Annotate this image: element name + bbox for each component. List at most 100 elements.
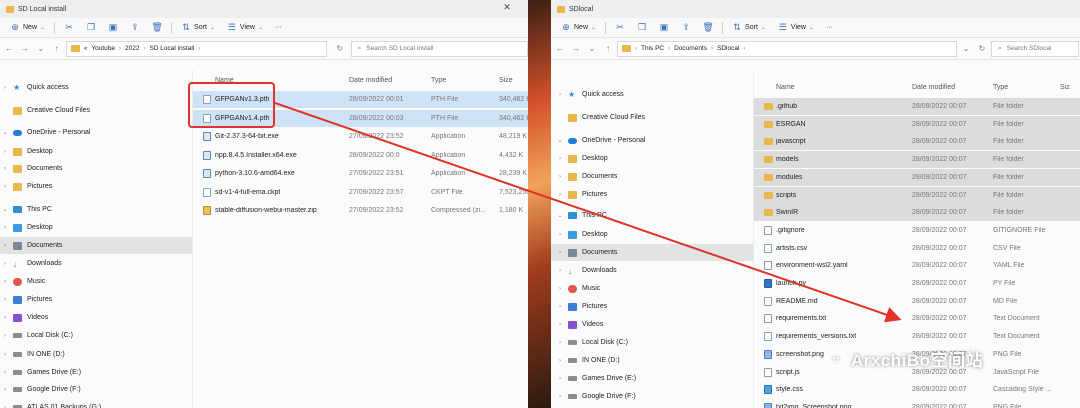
breadcrumb-item[interactable]: SD Local install bbox=[149, 45, 194, 52]
nav-item[interactable]: › Pictures bbox=[0, 291, 192, 308]
nav-item[interactable]: › ↓ Downloads bbox=[0, 255, 192, 272]
file-row[interactable]: style.css 28/09/2022 00:07 Cascading Style… bbox=[754, 381, 1080, 398]
delete-button[interactable]: 🗑 bbox=[146, 20, 168, 36]
address-bar[interactable]: › This PC › Documents › SDlocal › bbox=[617, 40, 957, 57]
nav-item[interactable]: › Google Drive (F:) bbox=[551, 388, 753, 405]
search-input[interactable]: ⌕ Search SD Local install bbox=[350, 40, 528, 57]
file-row[interactable]: .gitignore 28/09/2022 00:07 GITIGNORE File bbox=[754, 222, 1080, 239]
column-header[interactable]: Date modified bbox=[349, 77, 392, 84]
chevron-down-icon[interactable]: ⌄ bbox=[2, 129, 8, 136]
column-header[interactable]: Type bbox=[431, 77, 446, 84]
chevron-right-icon[interactable]: › bbox=[557, 268, 563, 274]
file-row[interactable]: models 28/09/2022 00:07 File folder bbox=[754, 151, 1080, 169]
file-row[interactable]: javascript 28/09/2022 00:07 File folder bbox=[754, 133, 1080, 151]
nav-item[interactable]: › Games Drive (E:) bbox=[551, 370, 753, 387]
file-row[interactable]: Git-2.37.3-64-bit.exe 27/09/2022 23:52 App… bbox=[193, 128, 528, 145]
sort-button[interactable]: ⇅ Sort ⌄ bbox=[175, 20, 221, 36]
chevron-down-icon[interactable]: ⌄ bbox=[557, 212, 563, 219]
breadcrumb-item[interactable]: SDlocal bbox=[717, 45, 739, 52]
chevron-right-icon[interactable]: › bbox=[2, 315, 8, 321]
chevron-right-icon[interactable]: › bbox=[2, 352, 8, 358]
nav-item[interactable]: › Desktop bbox=[0, 219, 192, 236]
view-button[interactable]: ☰ View ⌄ bbox=[772, 20, 820, 36]
nav-item[interactable]: › Pictures bbox=[551, 298, 753, 315]
file-row[interactable]: environment-wsl2.yaml 28/09/2022 00:07 YAM… bbox=[754, 257, 1080, 274]
share-button[interactable]: ⇪ bbox=[675, 20, 697, 36]
view-button[interactable]: ☰ View ⌄ bbox=[221, 20, 269, 36]
file-row[interactable]: python-3.10.6-amd64.exe 27/09/2022 23:51 A… bbox=[193, 165, 528, 182]
back-icon[interactable]: ← bbox=[553, 42, 567, 56]
chevron-down-icon[interactable]: ⌄ bbox=[34, 42, 48, 56]
nav-item[interactable]: › Music bbox=[551, 280, 753, 297]
file-row[interactable]: artists.csv 28/09/2022 00:07 CSV File bbox=[754, 240, 1080, 257]
chevron-right-icon[interactable]: › bbox=[557, 156, 563, 162]
nav-item[interactable]: › Desktop bbox=[551, 150, 753, 167]
chevron-right-icon[interactable]: › bbox=[557, 192, 563, 198]
delete-button[interactable]: 🗑 bbox=[697, 20, 719, 36]
chevron-right-icon[interactable]: › bbox=[2, 184, 8, 190]
file-row[interactable]: sd-v1-4-full-ema.ckpt 27/09/2022 23:57 CKP… bbox=[193, 184, 528, 201]
nav-item[interactable]: › Pictures bbox=[0, 178, 192, 195]
search-input[interactable]: ⌕ Search SDlocal bbox=[991, 40, 1079, 57]
chevron-right-icon[interactable]: › bbox=[2, 333, 8, 339]
up-icon[interactable]: ↑ bbox=[50, 42, 64, 56]
breadcrumb-item[interactable]: Documents bbox=[674, 45, 707, 52]
breadcrumb-overflow[interactable]: « bbox=[84, 45, 88, 52]
file-row[interactable]: modules 28/09/2022 00:07 File folder bbox=[754, 168, 1080, 186]
file-row[interactable]: .github 28/09/2022 00:07 File folder bbox=[754, 98, 1080, 115]
chevron-down-icon[interactable]: ⌄ bbox=[585, 42, 599, 56]
chevron-down-icon[interactable]: ⌄ bbox=[959, 42, 973, 56]
more-button[interactable]: ··· bbox=[820, 20, 839, 36]
new-button[interactable]: ⊕ New ⌄ bbox=[555, 20, 602, 36]
chevron-right-icon[interactable]: › bbox=[557, 340, 563, 346]
file-row[interactable]: launch.py 28/09/2022 00:07 PY File bbox=[754, 275, 1080, 292]
chevron-right-icon[interactable]: › bbox=[557, 376, 563, 382]
chevron-right-icon[interactable]: › bbox=[2, 405, 8, 408]
chevron-right-icon[interactable]: › bbox=[2, 149, 8, 155]
chevron-right-icon[interactable]: › bbox=[2, 370, 8, 376]
chevron-right-icon[interactable]: › bbox=[2, 261, 8, 267]
nav-item[interactable]: › Desktop bbox=[551, 226, 753, 243]
nav-item[interactable]: › Documents bbox=[551, 168, 753, 185]
file-row[interactable]: npp.8.4.5.Installer.x64.exe 28/09/2022 00… bbox=[193, 147, 528, 164]
nav-item[interactable]: › ★ Quick access bbox=[0, 79, 192, 96]
column-header[interactable]: Siz bbox=[1060, 84, 1070, 91]
paste-button[interactable]: ▣ bbox=[102, 20, 124, 36]
nav-item[interactable]: › Local Disk (C:) bbox=[0, 327, 192, 344]
forward-icon[interactable]: → bbox=[18, 42, 32, 56]
column-header[interactable]: Type bbox=[993, 84, 1008, 91]
chevron-right-icon[interactable]: › bbox=[2, 279, 8, 285]
nav-item[interactable]: › ATLAS 01 Backups (G:) bbox=[0, 399, 192, 408]
refresh-icon[interactable]: ↻ bbox=[975, 42, 989, 56]
breadcrumb-item[interactable]: 2022 bbox=[125, 45, 139, 52]
file-row[interactable]: stable-diffusion-webui-master.zip 27/09/2… bbox=[193, 202, 528, 219]
paste-button[interactable]: ▣ bbox=[653, 20, 675, 36]
chevron-right-icon[interactable]: › bbox=[557, 322, 563, 328]
nav-item[interactable]: › Documents bbox=[0, 237, 192, 254]
file-row[interactable]: requirements.txt 28/09/2022 00:07 Text Doc… bbox=[754, 310, 1080, 327]
forward-icon[interactable]: → bbox=[569, 42, 583, 56]
nav-item[interactable]: › ↓ Downloads bbox=[551, 262, 753, 279]
file-row[interactable]: requirements_versions.txt 28/09/2022 00:0… bbox=[754, 328, 1080, 345]
chevron-right-icon[interactable]: › bbox=[2, 85, 8, 91]
nav-item[interactable]: › IN ONE (D:) bbox=[0, 346, 192, 363]
chevron-right-icon[interactable]: › bbox=[557, 394, 563, 400]
chevron-right-icon[interactable]: › bbox=[557, 250, 563, 256]
more-button[interactable]: ··· bbox=[269, 20, 288, 36]
nav-item[interactable]: › Local Disk (C:) bbox=[551, 334, 753, 351]
file-row[interactable]: ESRGAN 28/09/2022 00:07 File folder bbox=[754, 115, 1080, 133]
column-header[interactable]: Size bbox=[499, 77, 513, 84]
chevron-down-icon[interactable]: ⌄ bbox=[557, 137, 563, 144]
nav-item[interactable]: › Documents bbox=[551, 244, 753, 261]
nav-item[interactable]: › Videos bbox=[0, 309, 192, 326]
breadcrumb-item[interactable]: Youtube bbox=[91, 45, 115, 52]
chevron-right-icon[interactable]: › bbox=[557, 232, 563, 238]
file-row[interactable]: SwinIR 28/09/2022 00:07 File folder bbox=[754, 204, 1080, 222]
chevron-right-icon[interactable]: › bbox=[2, 387, 8, 393]
nav-item[interactable]: › Videos bbox=[551, 316, 753, 333]
nav-item[interactable]: › Google Drive (F:) bbox=[0, 381, 192, 398]
up-icon[interactable]: ↑ bbox=[601, 42, 615, 56]
new-button[interactable]: ⊕ New ⌄ bbox=[4, 20, 51, 36]
nav-item[interactable]: › Documents bbox=[0, 160, 192, 177]
nav-item[interactable]: ⌄ This PC bbox=[551, 207, 753, 224]
